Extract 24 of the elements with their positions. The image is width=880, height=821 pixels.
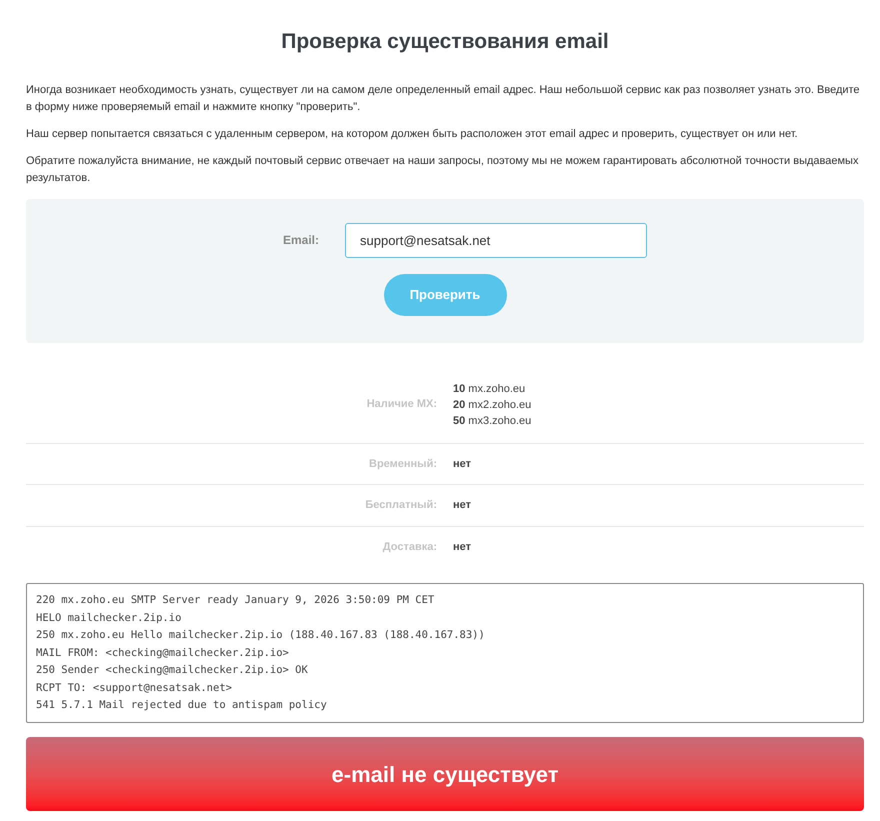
result-label: Бесплатный: xyxy=(364,498,437,513)
page-title: Проверка существования email xyxy=(281,29,609,55)
mx-record: 50 mx3.zoho.eu xyxy=(453,414,532,428)
email-field[interactable]: support@nesatsak.net xyxy=(345,222,647,258)
log-line: 250 Sender <checking@mailchecker.2ip.io> OK xyxy=(36,663,309,678)
result-value: нет xyxy=(453,498,472,513)
log-line: 250 mx.zoho.eu Hello mailchecker.2ip.io (188.40.167.83 (188.40.167.83)) xyxy=(36,628,486,642)
log-line: HELO mailchecker.2ip.io xyxy=(36,610,182,625)
result-label: Временный: xyxy=(368,456,437,472)
log-line: 220 mx.zoho.eu SMTP Server ready January 9, 2026 3:50:09 PM CET xyxy=(36,593,436,608)
log-line: RCPT TO: <support@nesatsak.net> xyxy=(36,680,233,695)
email-label: Email: xyxy=(282,232,319,249)
intro-paragraph: Наш сервер попытается связаться с удаленным сервером, на котором должен быть расположен этот email адрес и проверить, существует он или нет. xyxy=(26,126,799,142)
intro-paragraph: Иногда возникает необходимость узнать, существует ли на самом деле определенный email адрес. Наш небольшой сервис как раз позволяет узнать это. Введите в форму ниже проверяемый email и нажмите кнопку "проверить". xyxy=(26,82,861,114)
result-label: Доставка: xyxy=(382,540,437,554)
mx-record: 10 mx.zoho.eu xyxy=(453,382,526,396)
result-label: Наличие MX: xyxy=(366,397,437,412)
result-value: нет xyxy=(453,540,472,554)
mx-record: 20 mx2.zoho.eu xyxy=(453,398,532,412)
intro-paragraph: Обратите пожалуйста внимание, не каждый почтовый сервис отвечает на наши запросы, поэтому мы не можем гарантировать абсолютной точности выдаваемых результатов. xyxy=(26,154,860,186)
result-banner: e-mail не существует xyxy=(26,737,864,811)
result-value: нет xyxy=(453,456,472,472)
log-line: 541 5.7.1 Mail rejected due to antispam policy xyxy=(36,698,328,712)
log-line: MAIL FROM: <checking@mailchecker.2ip.io> xyxy=(36,646,290,660)
